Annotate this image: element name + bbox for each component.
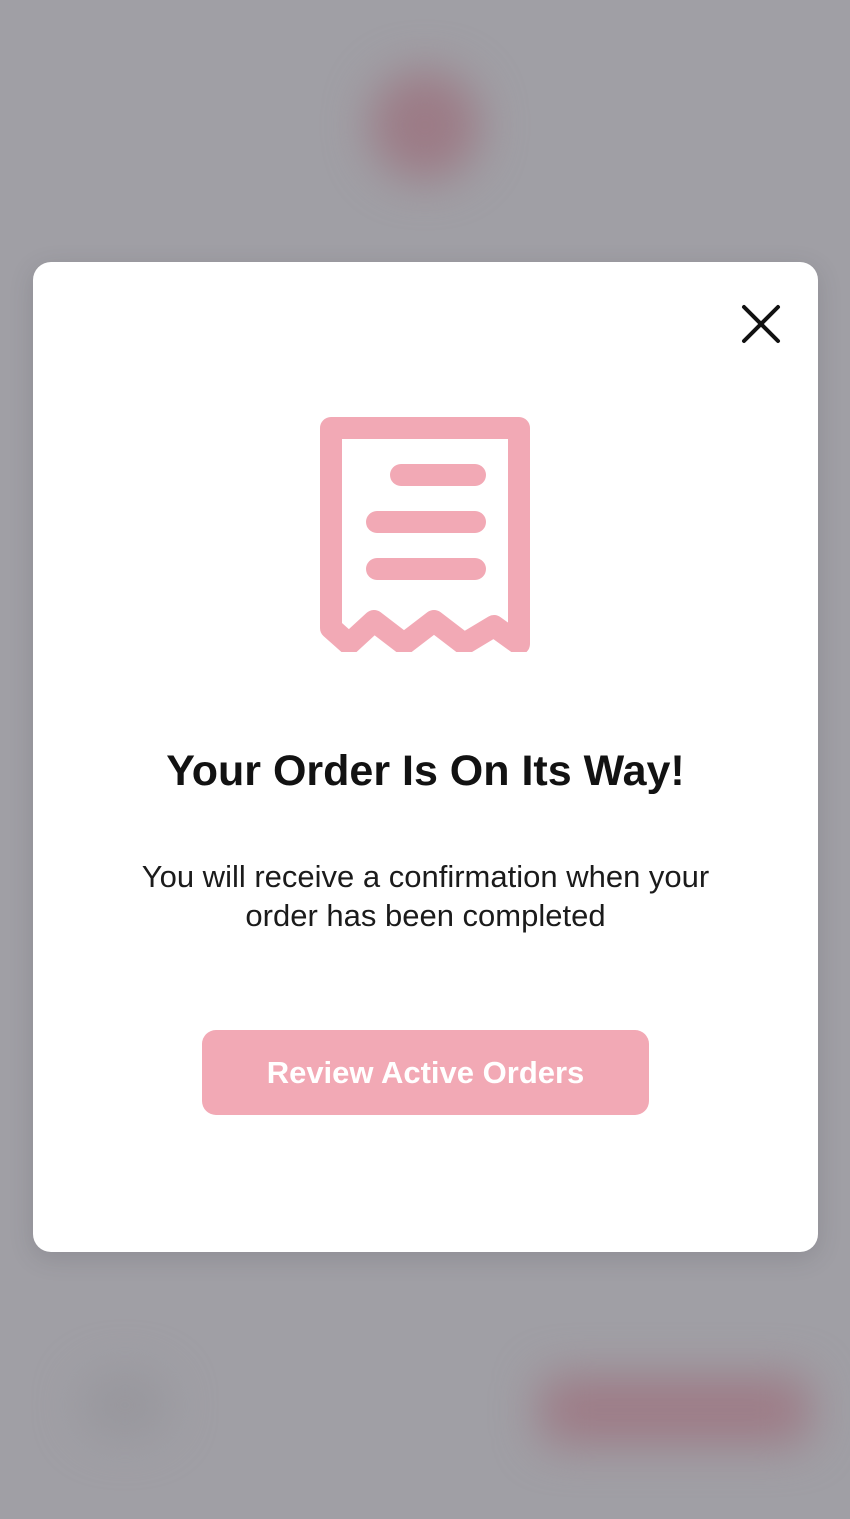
modal-message: You will receive a confirmation when you… [141,859,710,933]
background-button-blur [540,1375,810,1445]
background-element-blur [80,1370,170,1440]
close-icon [742,305,780,343]
receipt-icon [320,417,530,652]
close-button[interactable] [733,296,789,352]
modal-title: Your Order Is On Its Way! [166,747,685,795]
background-avatar-blur [370,70,480,180]
order-confirmation-modal: Your Order Is On Its Way! You will recei… [33,262,818,1252]
review-active-orders-button[interactable]: Review Active Orders [202,1030,649,1115]
